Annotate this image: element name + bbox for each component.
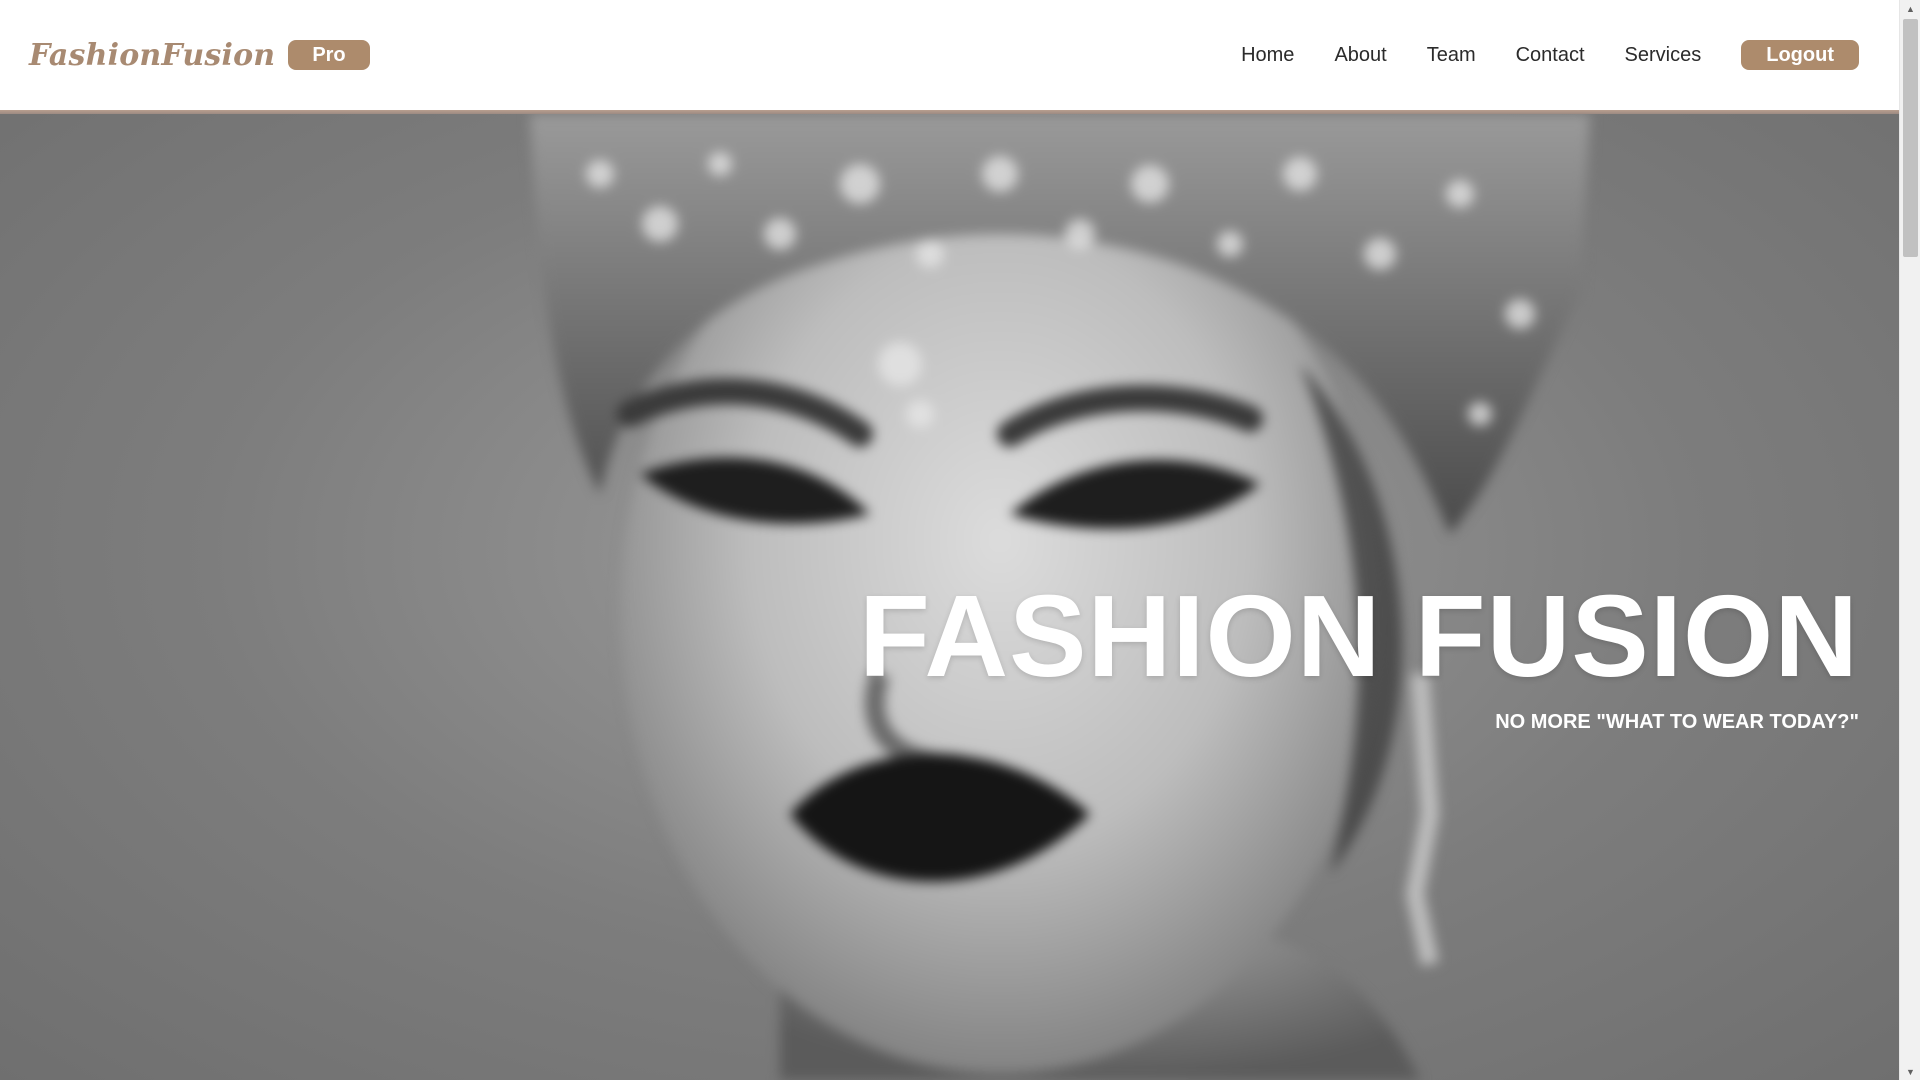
pro-badge[interactable]: Pro <box>288 40 370 70</box>
logout-button[interactable]: Logout <box>1741 40 1859 70</box>
nav-services-link[interactable]: Services <box>1625 44 1702 67</box>
brand: FashionFusion Pro <box>29 38 370 73</box>
hero-section: FASHION FUSION NO MORE "WHAT TO WEAR TOD… <box>0 114 1899 1080</box>
vertical-scrollbar[interactable]: ▲ ▼ <box>1899 0 1920 1080</box>
nav-links: Home About Team Contact Services Logout <box>1241 40 1859 70</box>
scroll-up-arrow-icon[interactable]: ▲ <box>1900 0 1920 17</box>
nav-contact-link[interactable]: Contact <box>1516 44 1585 67</box>
nav-about-link[interactable]: About <box>1334 44 1386 67</box>
hero-subtitle: NO MORE "WHAT TO WEAR TODAY?" <box>1495 711 1859 733</box>
scroll-down-arrow-icon[interactable]: ▼ <box>1900 1063 1920 1080</box>
scrollbar-thumb[interactable] <box>1903 19 1918 257</box>
hero-title: FASHION FUSION <box>858 571 1859 701</box>
nav-home-link[interactable]: Home <box>1241 44 1294 67</box>
page: FashionFusion Pro Home About Team Contac… <box>0 0 1920 1080</box>
logo[interactable]: FashionFusion <box>29 38 275 73</box>
nav-team-link[interactable]: Team <box>1427 44 1476 67</box>
navbar: FashionFusion Pro Home About Team Contac… <box>0 0 1899 110</box>
